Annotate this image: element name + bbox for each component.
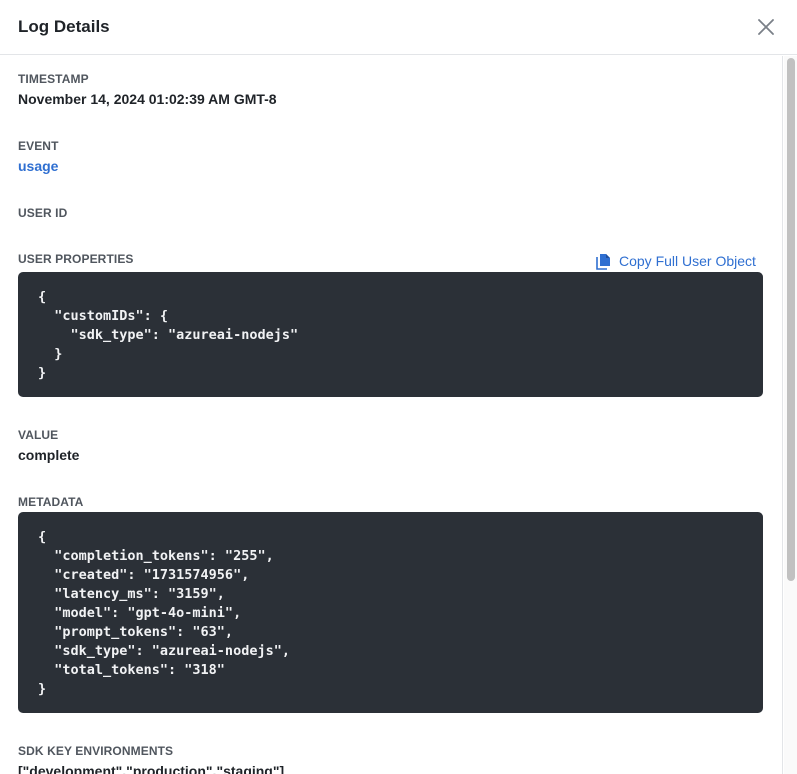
user-properties-code: { "customIDs": { "sdk_type": "azureai-no… xyxy=(18,272,763,397)
panel-header: Log Details xyxy=(0,0,797,55)
timestamp-label: TIMESTAMP xyxy=(18,72,89,86)
copy-full-user-object-button[interactable]: Copy Full User Object xyxy=(596,252,756,270)
copy-full-user-object-label: Copy Full User Object xyxy=(619,253,756,269)
metadata-code: { "completion_tokens": "255", "created":… xyxy=(18,512,763,713)
copy-icon xyxy=(596,253,610,270)
scrollbar-thumb[interactable] xyxy=(787,58,795,581)
sdk-key-environments-label: SDK KEY ENVIRONMENTS xyxy=(18,744,174,758)
timestamp-value: November 14, 2024 01:02:39 AM GMT-8 xyxy=(18,91,277,107)
event-label: EVENT xyxy=(18,139,59,153)
value-text: complete xyxy=(18,447,80,463)
sdk-key-environments-value: ["development","production","staging"] xyxy=(18,763,285,774)
panel-title: Log Details xyxy=(18,17,110,36)
user-properties-label: USER PROPERTIES xyxy=(18,252,134,266)
event-value-link[interactable]: usage xyxy=(18,158,58,174)
close-icon xyxy=(758,19,774,35)
close-button[interactable] xyxy=(755,16,777,38)
value-label: VALUE xyxy=(18,428,59,442)
log-details-content[interactable]: TIMESTAMP November 14, 2024 01:02:39 AM … xyxy=(0,56,783,774)
user-id-label: USER ID xyxy=(18,206,68,220)
metadata-label: METADATA xyxy=(18,495,84,509)
